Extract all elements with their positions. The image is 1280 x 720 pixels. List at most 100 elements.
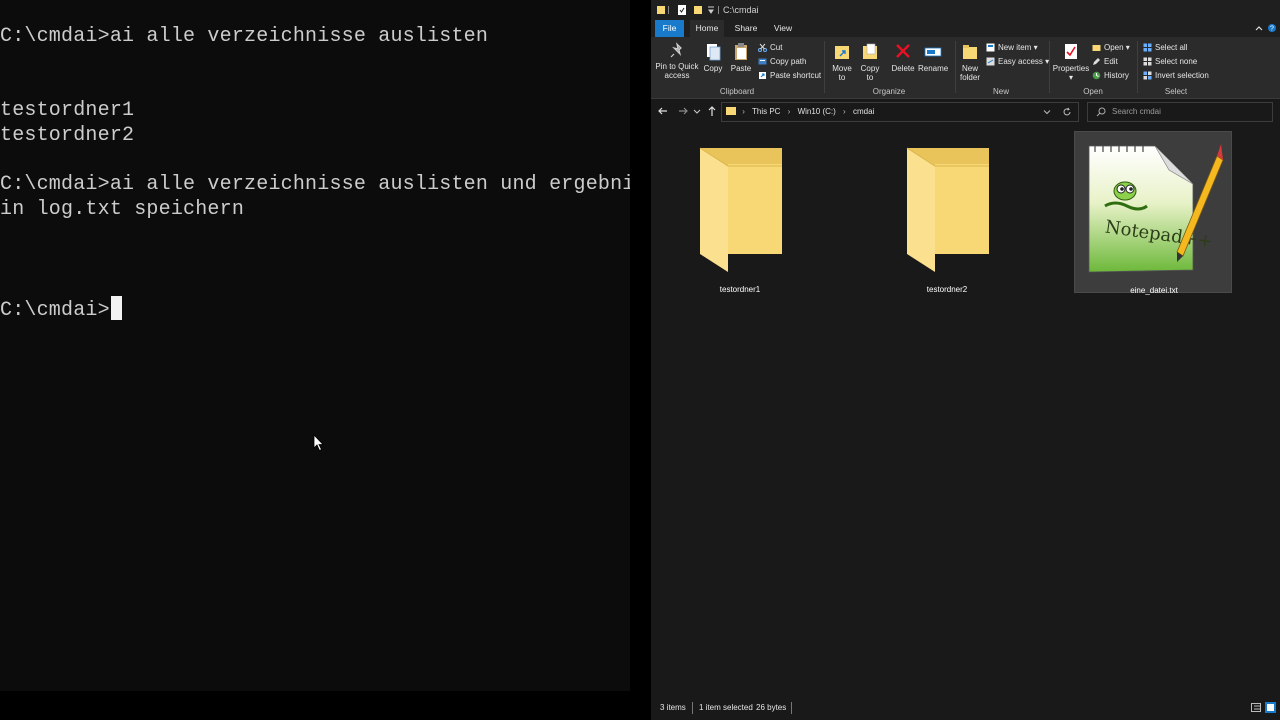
copy-path-button[interactable]: Copy path xyxy=(758,55,806,68)
cut-button[interactable]: Cut xyxy=(758,41,782,54)
terminal-window[interactable]: C:\cmdai>ai alle verzeichnisse auslisten… xyxy=(0,0,630,691)
paste-shortcut-button[interactable]: Paste shortcut xyxy=(758,69,821,82)
file-item-testordner2[interactable]: testordner2 xyxy=(868,130,1026,294)
rename-button[interactable]: Rename xyxy=(918,42,948,73)
paste-shortcut-label: Paste shortcut xyxy=(770,71,822,80)
chevron-up-icon[interactable] xyxy=(1254,23,1264,33)
folder-icon xyxy=(657,6,665,14)
group-new-label: New xyxy=(992,87,1009,96)
new-folder-label-line1: New xyxy=(961,64,978,73)
terminal-prompt-line[interactable]: C:\cmdai> xyxy=(0,296,122,323)
pin-icon xyxy=(670,42,682,58)
forward-arrow-icon[interactable] xyxy=(677,105,689,117)
pin-to-quick-access-button[interactable]: Pin to Quick access xyxy=(655,42,699,80)
edit-button[interactable]: Edit xyxy=(1092,55,1118,68)
properties-label: Properties xyxy=(1052,64,1090,73)
ribbon-separator xyxy=(824,41,825,93)
group-select-label: Select xyxy=(1164,87,1188,96)
invert-selection-icon xyxy=(1143,71,1152,80)
ribbon-home: Pin to Quick access Copy Paste Cut Copy … xyxy=(651,37,1280,99)
ribbon-separator xyxy=(955,41,956,93)
group-clipboard-label: Clipboard xyxy=(719,87,755,96)
new-folder-quick-icon[interactable] xyxy=(694,5,702,15)
open-label: Open xyxy=(1104,43,1124,52)
paste-shortcut-icon xyxy=(759,72,766,79)
recent-locations-chevron-icon[interactable] xyxy=(693,105,701,117)
file-explorer-window: C:\cmdai File Home Share View ? Pin to Q… xyxy=(651,0,1280,720)
invert-selection-button[interactable]: Invert selection xyxy=(1143,69,1209,82)
chevron-down-icon[interactable] xyxy=(1043,108,1051,116)
move-label-line1: Move xyxy=(832,64,852,73)
chevron-right-icon[interactable]: › xyxy=(788,107,791,116)
chevron-right-icon[interactable]: › xyxy=(843,107,846,116)
new-item-button[interactable]: New item ▾ xyxy=(986,41,1038,54)
copy-path-icon xyxy=(758,58,767,65)
group-open-label: Open xyxy=(1083,87,1103,96)
copy-to-button[interactable]: Copy to xyxy=(858,42,882,82)
large-icons-view-icon[interactable] xyxy=(1265,702,1276,713)
file-list: testordner1 testordner2 Notepad++ eine_d… xyxy=(651,124,1280,698)
ribbon-tabs: File Home Share View ? xyxy=(651,20,1280,37)
move-to-button[interactable]: Move to xyxy=(830,42,854,82)
properties-icon xyxy=(1065,44,1077,59)
refresh-icon[interactable] xyxy=(1062,107,1072,117)
back-arrow-icon[interactable] xyxy=(657,105,669,117)
title-bar[interactable]: C:\cmdai xyxy=(651,0,1280,20)
tab-share[interactable]: Share xyxy=(731,20,761,37)
terminal-scroll-area xyxy=(0,691,630,720)
breadcrumb-this-pc[interactable]: This PC xyxy=(752,107,780,116)
search-box[interactable] xyxy=(1087,102,1273,122)
select-all-button[interactable]: Select all xyxy=(1143,41,1187,54)
edit-icon xyxy=(1093,58,1100,65)
file-item-eine-datei[interactable]: Notepad++ eine_datei.txt xyxy=(1074,131,1232,295)
separator-icon xyxy=(668,6,669,14)
paste-button[interactable]: Paste xyxy=(729,42,753,73)
file-item-testordner1[interactable]: testordner1 xyxy=(661,130,819,294)
move-label-line2: to xyxy=(838,73,846,82)
address-bar[interactable]: › This PC › Win10 (C:) › cmdai xyxy=(721,102,1079,122)
details-view-icon[interactable] xyxy=(1251,703,1261,712)
terminal-line: testordner2 xyxy=(0,124,135,147)
customize-quick-access-icon[interactable] xyxy=(707,5,715,15)
tab-view[interactable]: View xyxy=(769,20,797,37)
text-cursor xyxy=(110,296,122,320)
properties-button[interactable]: Properties ▾ xyxy=(1052,42,1090,82)
rename-label: Rename xyxy=(918,64,949,73)
properties-quick-icon[interactable] xyxy=(678,5,686,15)
breadcrumb-win10-drive[interactable]: Win10 (C:) xyxy=(798,107,836,116)
history-icon xyxy=(1092,71,1101,80)
terminal-line: in log.txt speichern xyxy=(0,198,245,221)
ribbon-separator xyxy=(1137,41,1138,93)
breadcrumb-cmdai[interactable]: cmdai xyxy=(853,107,874,116)
delete-label: Delete xyxy=(891,64,915,73)
easy-access-button[interactable]: Easy access ▾ xyxy=(986,55,1049,68)
help-icon[interactable]: ? xyxy=(1267,23,1277,33)
ribbon-separator xyxy=(1049,41,1050,93)
breadcrumb: › This PC › Win10 (C:) › cmdai xyxy=(726,103,879,121)
invert-selection-label: Invert selection xyxy=(1155,71,1209,80)
cut-label: Cut xyxy=(770,43,783,52)
copy-path-label: Copy path xyxy=(770,57,807,66)
move-to-icon xyxy=(835,46,849,59)
copy-label: Copy xyxy=(703,64,723,73)
mouse-pointer-icon xyxy=(313,434,324,452)
search-input[interactable] xyxy=(1112,105,1262,118)
delete-button[interactable]: Delete xyxy=(891,42,915,73)
up-arrow-icon[interactable] xyxy=(706,105,718,117)
edit-label: Edit xyxy=(1104,57,1118,66)
select-none-button[interactable]: Select none xyxy=(1143,55,1197,68)
file-item-label: eine_datei.txt xyxy=(1130,286,1178,295)
open-button[interactable]: Open ▾ xyxy=(1092,41,1130,54)
new-folder-button[interactable]: New folder xyxy=(957,42,983,82)
new-item-label: New item xyxy=(998,43,1032,52)
folder-icon xyxy=(726,107,736,115)
history-label: History xyxy=(1104,71,1129,80)
tab-home[interactable]: Home xyxy=(690,20,724,37)
tab-file[interactable]: File xyxy=(655,20,684,37)
notepad-plus-plus-icon: Notepad++ xyxy=(1088,144,1224,273)
clipboard-icon xyxy=(735,43,747,60)
folder-icon xyxy=(906,147,989,272)
copy-button[interactable]: Copy xyxy=(702,42,724,73)
history-button[interactable]: History xyxy=(1092,69,1129,82)
chevron-right-icon: › xyxy=(742,107,745,116)
